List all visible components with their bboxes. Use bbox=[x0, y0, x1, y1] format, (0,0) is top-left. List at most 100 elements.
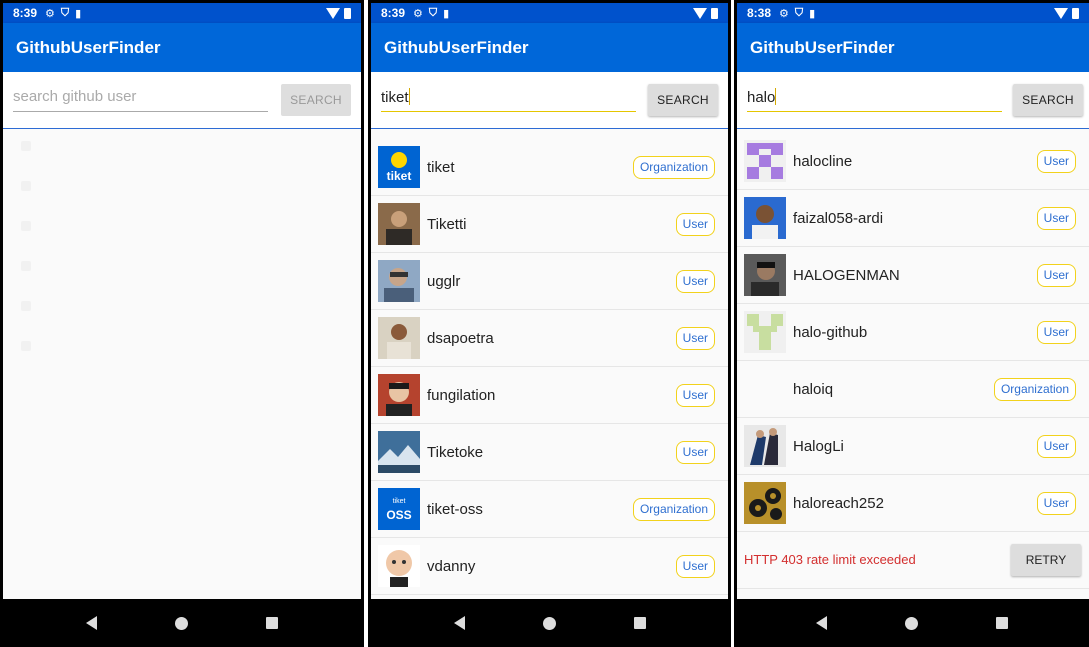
username: vdanny bbox=[427, 557, 476, 575]
account-type-badge: Organization bbox=[632, 155, 715, 179]
loading-placeholder bbox=[21, 341, 31, 351]
search-input[interactable]: search github user bbox=[13, 86, 268, 112]
search-row: search github user SEARCH bbox=[3, 72, 361, 129]
back-icon[interactable] bbox=[86, 616, 97, 630]
nav-bar bbox=[368, 599, 731, 647]
app-screen: 8:39 ⚙ ⛉ ▮ GithubUserFinder tiket SEARCH… bbox=[371, 3, 728, 599]
list-item[interactable]: HalogLi User bbox=[737, 418, 1089, 475]
sd-card-icon: ▮ bbox=[809, 7, 816, 20]
loading-placeholder bbox=[21, 301, 31, 311]
error-row: HTTP 403 rate limit exceeded RETRY bbox=[737, 532, 1089, 589]
username: dsapoetra bbox=[427, 329, 494, 347]
status-bar: 8:39 ⚙ ⛉ ▮ bbox=[3, 3, 361, 23]
text-caret bbox=[775, 88, 777, 105]
back-icon[interactable] bbox=[815, 616, 827, 630]
shield-icon: ⛉ bbox=[794, 6, 804, 19]
username: tiket bbox=[427, 158, 455, 176]
app-screen: 8:39 ⚙ ⛉ ▮ GithubUserFinder search githu… bbox=[3, 3, 361, 599]
battery-icon bbox=[711, 7, 718, 19]
username: HALOGENMAN bbox=[793, 266, 900, 284]
list-item[interactable]: Tiketti User bbox=[371, 196, 728, 253]
account-type-badge: User bbox=[1036, 434, 1076, 458]
sd-card-icon: ▮ bbox=[443, 7, 450, 20]
landscape-avatar bbox=[378, 431, 420, 473]
search-button[interactable]: SEARCH bbox=[281, 84, 351, 116]
back-icon[interactable] bbox=[453, 616, 465, 630]
list-item[interactable]: halo-github User bbox=[737, 304, 1089, 361]
nav-bar bbox=[0, 599, 364, 647]
username: haloreach252 bbox=[793, 494, 884, 512]
recents-icon[interactable] bbox=[995, 617, 1008, 629]
settings-icon: ⚙ bbox=[45, 7, 55, 20]
battery-icon bbox=[1072, 7, 1079, 19]
loading-placeholder bbox=[21, 181, 31, 191]
app-bar: GithubUserFinder bbox=[737, 23, 1089, 72]
identicon-avatar bbox=[744, 311, 786, 353]
search-input[interactable]: halo bbox=[747, 86, 1002, 112]
gears-avatar bbox=[744, 482, 786, 524]
error-message: HTTP 403 rate limit exceeded bbox=[744, 552, 916, 567]
phone-screen-halo-results: 8:38 ⚙ ⛉ ▮ GithubUserFinder halo SEARCH … bbox=[734, 0, 1089, 647]
list-item[interactable]: dsapoetra User bbox=[371, 310, 728, 367]
account-type-badge: User bbox=[675, 440, 715, 464]
identicon-avatar bbox=[744, 140, 786, 182]
tiket-oss-logo-avatar: tiket OSS bbox=[378, 488, 420, 530]
list-item[interactable]: vdanny User bbox=[371, 538, 728, 595]
home-icon[interactable] bbox=[542, 616, 556, 630]
battery-icon bbox=[344, 7, 351, 19]
username: faizal058-ardi bbox=[793, 209, 884, 227]
list-item[interactable]: tiket tiket Organization bbox=[371, 139, 728, 196]
home-icon[interactable] bbox=[904, 616, 918, 630]
list-item[interactable]: haloreach252 User bbox=[737, 475, 1089, 532]
svg-text:OSS: OSS bbox=[386, 508, 411, 522]
username: halocline bbox=[793, 152, 853, 170]
list-item[interactable]: HALOGENMAN User bbox=[737, 247, 1089, 304]
home-icon[interactable] bbox=[175, 616, 188, 630]
search-value: halo bbox=[747, 89, 776, 106]
account-type-badge: User bbox=[675, 326, 715, 350]
account-type-badge: User bbox=[675, 554, 715, 578]
status-time: 8:39 bbox=[381, 6, 406, 20]
status-bar: 8:38 ⚙ ⛉ ▮ bbox=[737, 3, 1089, 23]
username: ugglr bbox=[427, 272, 461, 290]
status-bar: 8:39 ⚙ ⛉ ▮ bbox=[371, 3, 728, 23]
recents-icon[interactable] bbox=[266, 617, 278, 629]
list-item[interactable]: tiket OSS tiket-oss Organization bbox=[371, 481, 728, 538]
search-input[interactable]: tiket bbox=[381, 86, 636, 112]
app-bar: GithubUserFinder bbox=[371, 23, 728, 72]
list-item[interactable]: faizal058-ardi User bbox=[737, 190, 1089, 247]
status-time: 8:38 bbox=[747, 6, 772, 20]
settings-icon: ⚙ bbox=[779, 7, 789, 20]
status-time: 8:39 bbox=[13, 6, 38, 20]
svg-text:tiket: tiket bbox=[387, 169, 412, 183]
user-photo-avatar bbox=[378, 203, 420, 245]
search-button[interactable]: SEARCH bbox=[1013, 84, 1083, 116]
list-item[interactable]: halocline User bbox=[737, 133, 1089, 190]
search-button[interactable]: SEARCH bbox=[648, 84, 718, 116]
account-type-badge: Organization bbox=[993, 377, 1076, 401]
retry-button[interactable]: RETRY bbox=[1011, 544, 1081, 576]
account-type-badge: User bbox=[675, 269, 715, 293]
settings-icon: ⚙ bbox=[413, 7, 423, 20]
user-photo-avatar bbox=[378, 260, 420, 302]
app-bar: GithubUserFinder bbox=[3, 23, 361, 72]
username: fungilation bbox=[427, 386, 496, 404]
account-type-badge: User bbox=[1036, 263, 1076, 287]
wifi-icon bbox=[693, 7, 707, 19]
list-item[interactable]: fungilation User bbox=[371, 367, 728, 424]
app-screen: 8:38 ⚙ ⛉ ▮ GithubUserFinder halo SEARCH … bbox=[737, 3, 1089, 599]
account-type-badge: User bbox=[1036, 320, 1076, 344]
loading-placeholder bbox=[21, 221, 31, 231]
list-item[interactable]: ugglr User bbox=[371, 253, 728, 310]
phone-screen-empty: 8:39 ⚙ ⛉ ▮ GithubUserFinder search githu… bbox=[0, 0, 364, 647]
search-row: halo SEARCH bbox=[737, 72, 1089, 129]
text-caret bbox=[408, 88, 410, 105]
recents-icon[interactable] bbox=[633, 617, 646, 629]
app-title: GithubUserFinder bbox=[384, 37, 529, 57]
list-item[interactable]: Tiketoke User bbox=[371, 424, 728, 481]
username: HalogLi bbox=[793, 437, 844, 455]
username: haloiq bbox=[793, 380, 834, 398]
list-item[interactable]: haloiq Organization bbox=[737, 361, 1089, 418]
tiket-logo-avatar: tiket bbox=[378, 146, 420, 188]
phone-screen-tiket-results: 8:39 ⚙ ⛉ ▮ GithubUserFinder tiket SEARCH… bbox=[368, 0, 731, 647]
